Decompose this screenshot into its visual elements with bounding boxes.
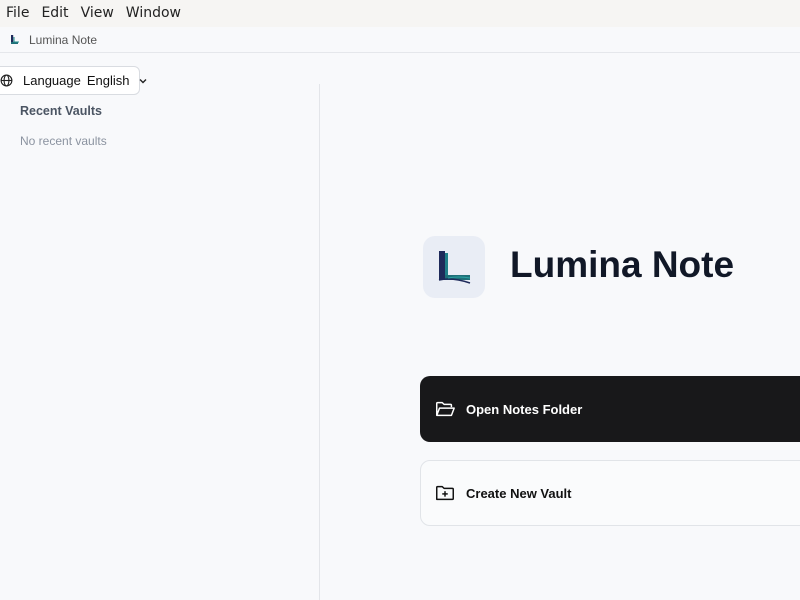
open-notes-folder-button[interactable]: Open Notes Folder xyxy=(420,376,800,442)
app-name-heading: Lumina Note xyxy=(510,244,735,285)
recent-vaults-heading: Recent Vaults xyxy=(20,104,102,118)
globe-icon xyxy=(0,74,13,87)
chevron-down-icon xyxy=(137,75,149,87)
language-selector[interactable]: Language English xyxy=(0,66,147,95)
menu-bar: File Edit View Window xyxy=(0,0,800,27)
app-logo xyxy=(423,236,485,298)
menu-file[interactable]: File xyxy=(0,0,35,27)
folder-plus-icon xyxy=(434,482,456,504)
folder-open-icon xyxy=(434,398,456,420)
title-bar: Lumina Note xyxy=(0,27,800,53)
sidebar-divider xyxy=(319,84,320,600)
menu-edit[interactable]: Edit xyxy=(35,0,74,27)
language-label: Language xyxy=(23,73,81,88)
open-notes-folder-label: Open Notes Folder xyxy=(466,401,583,417)
lumina-logo-icon xyxy=(438,251,471,284)
menu-window[interactable]: Window xyxy=(120,0,187,27)
lumina-logo-icon xyxy=(10,34,22,46)
create-new-vault-label: Create New Vault xyxy=(466,485,572,501)
language-value: English xyxy=(86,73,130,88)
recent-vaults-empty: No recent vaults xyxy=(20,134,107,148)
menu-view[interactable]: View xyxy=(75,0,120,27)
create-new-vault-button[interactable]: Create New Vault xyxy=(420,460,800,526)
window-title: Lumina Note xyxy=(29,32,98,47)
